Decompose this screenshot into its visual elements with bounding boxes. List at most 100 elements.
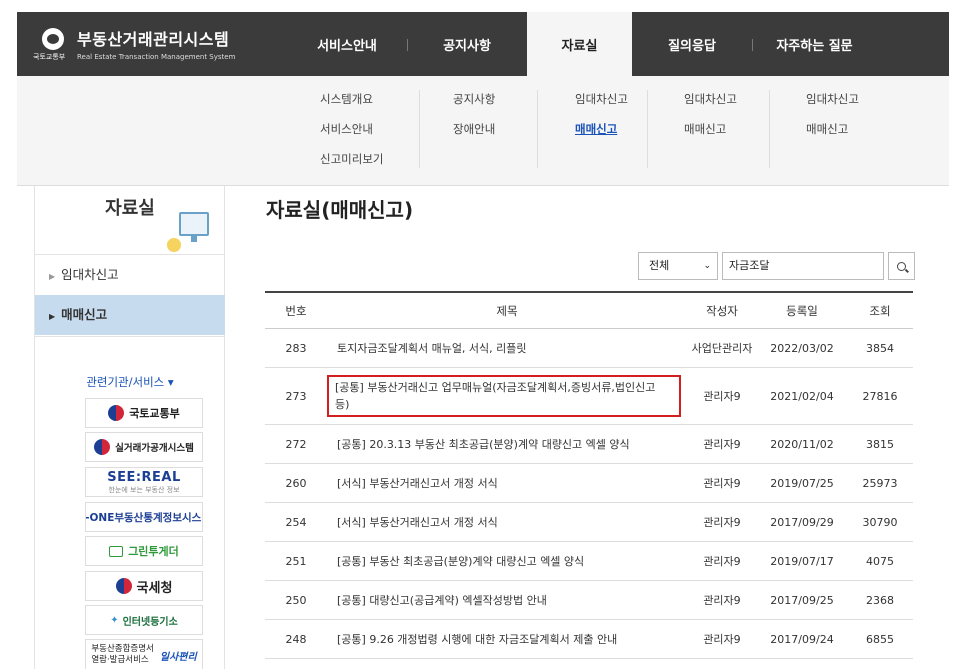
row-title-link[interactable]: [공통] 부동산 최초공급(분양)계약 대량신고 엑셀 양식 (327, 542, 687, 580)
col-header-no: 번호 (285, 303, 307, 318)
table-row[interactable]: 283 토지자금조달계획서 매뉴얼, 서식, 리플릿 사업단관리자 2022/0… (265, 329, 913, 368)
row-no: 248 (285, 632, 307, 646)
related-services-toggle[interactable]: 관련기관/서비스 ▾ (35, 374, 225, 390)
submenu-archive-sale[interactable]: 매매신고 (575, 114, 628, 144)
submenu-panel: 시스템개요 서비스안내 신고미리보기 공지사항 장애안내 임대차신고 매매신고 … (17, 76, 949, 186)
row-views: 30790 (862, 515, 898, 529)
partner-realty-cert-link[interactable]: 부동산종합증명서 열람·발급서비스 일사편리 (85, 639, 203, 669)
row-no: 273 (285, 389, 307, 403)
submenu-col-faq: 임대차신고 매매신고 (806, 84, 859, 144)
row-author: 관리자9 (703, 633, 741, 646)
main-nav: 서비스안내 공지사항 자료실 질의응답 자주하는 질문 (287, 12, 877, 76)
submenu-archive-lease[interactable]: 임대차신고 (575, 84, 628, 114)
row-date: 2019/07/17 (770, 554, 834, 568)
submenu-notices[interactable]: 공지사항 (453, 84, 495, 114)
row-title-link[interactable]: [공통] 20.3.13 부동산 최초공급(분양)계약 대량신고 엑셀 양식 (327, 425, 687, 463)
chevron-down-icon: ⌄ (703, 261, 711, 271)
row-no: 272 (285, 437, 307, 451)
search-scope-value: 전체 (649, 259, 670, 272)
row-title-link[interactable]: 토지자금조달계획서 매뉴얼, 서식, 리플릿 (327, 329, 687, 367)
sidebar-divider (35, 336, 225, 337)
row-title-link-highlighted[interactable]: [공통] 부동산거래신고 업무매뉴얼(자금조달계획서,증빙서류,법인신고 등) (327, 375, 681, 417)
government-emblem-icon (94, 439, 111, 455)
row-title-link[interactable]: [서식] 부동산거래신고서 개정 서식 (327, 503, 687, 541)
row-views: 4075 (866, 554, 894, 568)
table-row[interactable]: 248 [공통] 9.26 개정법령 시행에 대한 자금조달계획서 제출 안내 … (265, 620, 913, 659)
partner-label: 인터넷등기소 (122, 616, 178, 628)
row-author: 관리자9 (703, 594, 741, 607)
partner-molit-link[interactable]: 국토교통부 (85, 398, 203, 428)
partner-brand: 일사편리 (159, 651, 197, 663)
table-row[interactable]: 250 [공통] 대량신고(공급계약) 엑셀작성방법 안내 관리자9 2017/… (265, 581, 913, 620)
chevron-right-icon: ▶ (49, 272, 56, 281)
partner-nts-link[interactable]: 국세청 (85, 571, 203, 601)
row-date: 2017/09/25 (770, 593, 834, 607)
col-header-date: 등록일 (786, 303, 818, 318)
partner-label: 그린투게더 (128, 545, 179, 558)
search-icon (897, 261, 906, 271)
row-title-link[interactable]: [공통] 대량신고(공급계약) 엑셀작성방법 안내 (327, 581, 687, 619)
nav-qna[interactable]: 질의응답 (632, 12, 752, 76)
partner-iros-link[interactable]: ✦ 인터넷등기소 (85, 605, 203, 635)
submenu-outage[interactable]: 장애안내 (453, 114, 495, 144)
row-no: 251 (285, 554, 307, 568)
government-emblem-icon (108, 405, 125, 421)
submenu-divider (419, 90, 420, 168)
table-row[interactable]: 273 [공통] 부동산거래신고 업무매뉴얼(자금조달계획서,증빙서류,법인신고… (265, 368, 913, 425)
row-title-link[interactable]: [공통] 9.26 개정법령 시행에 대한 자금조달계획서 제출 안내 (327, 620, 687, 658)
row-author: 관리자9 (703, 477, 741, 490)
ministry-emblem-icon: 국토교통부 (33, 26, 71, 62)
partner-seereal-link[interactable]: SEE:REAL 한눈에 보는 부동산 정보 (85, 467, 203, 497)
partner-rone-link[interactable]: R-ONE부동산통계정보시스템 (85, 502, 203, 532)
search-scope-select[interactable]: 전체 ⌄ (638, 252, 718, 280)
table-header: 번호 제목 작성자 등록일 조회 (265, 291, 913, 329)
monitor-illustration-icon (167, 212, 215, 252)
row-title-link[interactable]: [서식] 부동산거래신고서 개정 서식 (327, 464, 687, 502)
partner-label: 부동산종합증명서 (91, 644, 154, 654)
submenu-col-service: 시스템개요 서비스안내 신고미리보기 (320, 84, 383, 174)
row-no: 250 (285, 593, 307, 607)
table-row[interactable]: 251 [공통] 부동산 최초공급(분양)계약 대량신고 엑셀 양식 관리자9 … (265, 542, 913, 581)
partner-label: R-ONE부동산통계정보시스템 (85, 511, 202, 524)
submenu-qna-lease[interactable]: 임대차신고 (684, 84, 737, 114)
submenu-divider (769, 90, 770, 168)
row-views: 25973 (862, 476, 898, 490)
nav-service-guide[interactable]: 서비스안내 (287, 12, 407, 76)
partner-green-together-link[interactable]: 그린투게더 (85, 536, 203, 566)
table-row[interactable]: 272 [공통] 20.3.13 부동산 최초공급(분양)계약 대량신고 엑셀 … (265, 425, 913, 464)
table-row[interactable]: 254 [서식] 부동산거래신고서 개정 서식 관리자9 2017/09/29 … (265, 503, 913, 542)
sidebar-item-lease[interactable]: ▶ 임대차신고 (35, 255, 225, 295)
row-no: 283 (285, 341, 307, 355)
nav-notices[interactable]: 공지사항 (407, 12, 527, 76)
row-views: 3854 (866, 341, 894, 355)
submenu-col-qna: 임대차신고 매매신고 (684, 84, 737, 144)
sidebar-item-label: 매매신고 (61, 307, 108, 322)
submenu-report-preview[interactable]: 신고미리보기 (320, 144, 383, 174)
submenu-system-overview[interactable]: 시스템개요 (320, 84, 383, 114)
brand-subtitle: Real Estate Transaction Management Syste… (77, 53, 236, 61)
site-logo[interactable]: 국토교통부 부동산거래관리시스템 Real Estate Transaction… (33, 26, 236, 62)
sidebar-item-sale[interactable]: ▶ 매매신고 (35, 295, 225, 335)
submenu-divider (537, 90, 538, 168)
row-views: 2368 (866, 593, 894, 607)
ministry-label: 국토교통부 (33, 53, 66, 61)
search-input[interactable]: 자금조달 (722, 252, 884, 280)
submenu-faq-lease[interactable]: 임대차신고 (806, 84, 859, 114)
search-button[interactable] (888, 252, 915, 280)
nav-archive[interactable]: 자료실 (527, 12, 632, 76)
government-emblem-icon (115, 578, 132, 594)
submenu-qna-sale[interactable]: 매매신고 (684, 114, 737, 144)
table-row[interactable]: 260 [서식] 부동산거래신고서 개정 서식 관리자9 2019/07/25 … (265, 464, 913, 503)
partner-rtms-link[interactable]: 실거래가공개시스템 (85, 432, 203, 462)
partner-label: 국토교통부 (129, 407, 180, 420)
row-date: 2019/07/25 (770, 476, 834, 490)
col-header-views: 조회 (869, 303, 891, 318)
submenu-faq-sale[interactable]: 매매신고 (806, 114, 859, 144)
nav-faq[interactable]: 자주하는 질문 (752, 12, 877, 76)
submenu-service-guide[interactable]: 서비스안내 (320, 114, 383, 144)
row-views: 3815 (866, 437, 894, 451)
monitor-icon (109, 545, 124, 557)
partner-label: SEE:REAL (107, 469, 181, 485)
row-views: 27816 (862, 389, 898, 403)
row-date: 2021/02/04 (770, 389, 834, 403)
